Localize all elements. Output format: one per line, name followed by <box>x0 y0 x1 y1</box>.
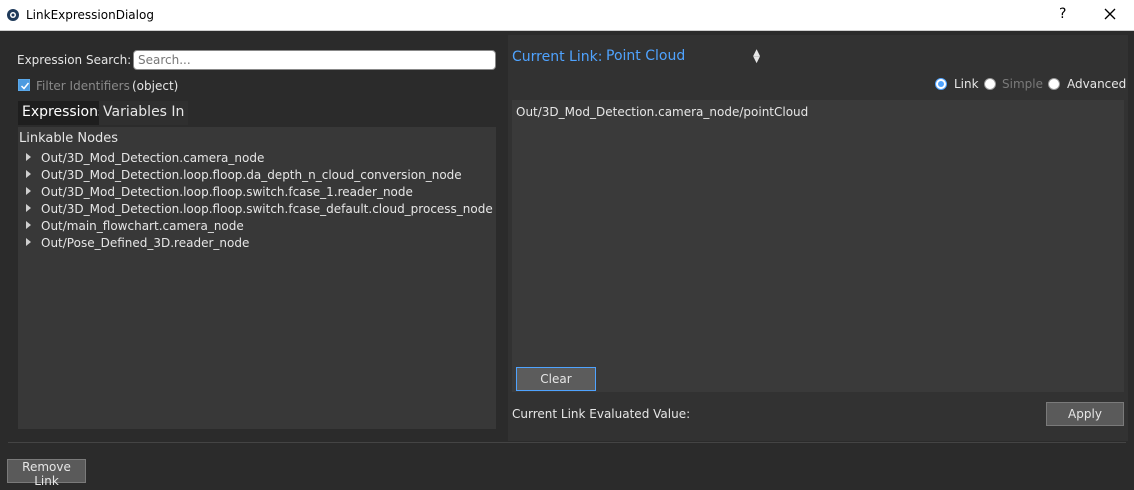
apply-button[interactable]: Apply <box>1046 402 1124 426</box>
current-link-value: Point Cloud <box>606 48 686 64</box>
tree-node[interactable]: Out/3D_Mod_Detection.camera_node <box>26 151 264 168</box>
tree-node[interactable]: Out/3D_Mod_Detection.loop.floop.da_depth… <box>26 168 462 185</box>
link-expression-text: Out/3D_Mod_Detection.camera_node/pointCl… <box>516 105 809 119</box>
expand-arrow-icon[interactable] <box>26 153 31 161</box>
tree-node-label: Out/3D_Mod_Detection.loop.floop.switch.f… <box>41 185 413 199</box>
dialog-content: Expression Search: Filter Identifiers (o… <box>0 31 1134 490</box>
divider <box>8 442 1126 443</box>
expand-arrow-icon[interactable] <box>26 170 31 178</box>
expand-arrow-icon[interactable] <box>26 238 31 246</box>
tree-node-label: Out/3D_Mod_Detection.camera_node <box>41 151 265 165</box>
help-button[interactable]: ? <box>1059 6 1066 22</box>
checkmark-icon <box>20 82 30 90</box>
expand-arrow-icon[interactable] <box>26 204 31 212</box>
filter-type-hint: (object) <box>132 79 179 93</box>
current-link-select[interactable]: Point Cloud ▲ ▼ <box>606 48 762 68</box>
remove-link-button[interactable]: Remove Link <box>7 459 86 488</box>
mode-advanced-label: Advanced <box>1067 77 1127 91</box>
mode-simple-label: Simple <box>1002 77 1043 91</box>
mode-advanced-radio[interactable] <box>1048 78 1060 90</box>
mode-simple-radio[interactable] <box>984 78 996 90</box>
tab-variables-in[interactable]: Variables In <box>99 101 189 125</box>
tree-node[interactable]: Out/Pose_Defined_3D.reader_node <box>26 236 249 253</box>
link-expression-editor[interactable]: Out/3D_Mod_Detection.camera_node/pointCl… <box>512 100 1124 392</box>
expand-arrow-icon[interactable] <box>26 187 31 195</box>
close-icon[interactable] <box>1100 4 1120 24</box>
mode-link-label: Link <box>954 77 979 91</box>
tree-node[interactable]: Out/main_flowchart.camera_node <box>26 219 244 236</box>
linkable-nodes-tree: Linkable Nodes Out/3D_Mod_Detection.came… <box>18 127 496 429</box>
tree-node-label: Out/main_flowchart.camera_node <box>41 219 244 233</box>
tree-node-label: Out/3D_Mod_Detection.loop.floop.da_depth… <box>41 168 462 182</box>
expand-arrow-icon[interactable] <box>26 221 31 229</box>
filter-identifiers-label: Filter Identifiers <box>36 79 130 93</box>
window-title: LinkExpressionDialog <box>26 8 154 22</box>
search-label: Expression Search: <box>17 53 132 67</box>
clear-button[interactable]: Clear <box>516 367 596 391</box>
tree-node-label: Out/3D_Mod_Detection.loop.floop.switch.f… <box>41 202 493 216</box>
tree-header: Linkable Nodes <box>19 131 119 146</box>
filter-identifiers-checkbox[interactable] <box>18 79 30 91</box>
tree-node[interactable]: Out/3D_Mod_Detection.loop.floop.switch.f… <box>26 202 493 219</box>
select-arrows-icon: ▲ ▼ <box>753 48 760 65</box>
tree-node-label: Out/Pose_Defined_3D.reader_node <box>41 236 250 250</box>
mode-link-radio[interactable] <box>935 78 947 90</box>
evaluated-value-label: Current Link Evaluated Value: <box>512 407 691 421</box>
title-bar: LinkExpressionDialog ? <box>0 0 1134 31</box>
tab-expressions[interactable]: Expressions <box>18 101 110 125</box>
app-logo-icon <box>7 9 19 21</box>
current-link-label: Current Link: <box>512 49 603 65</box>
tree-node[interactable]: Out/3D_Mod_Detection.loop.floop.switch.f… <box>26 185 413 202</box>
search-input[interactable] <box>133 50 496 70</box>
